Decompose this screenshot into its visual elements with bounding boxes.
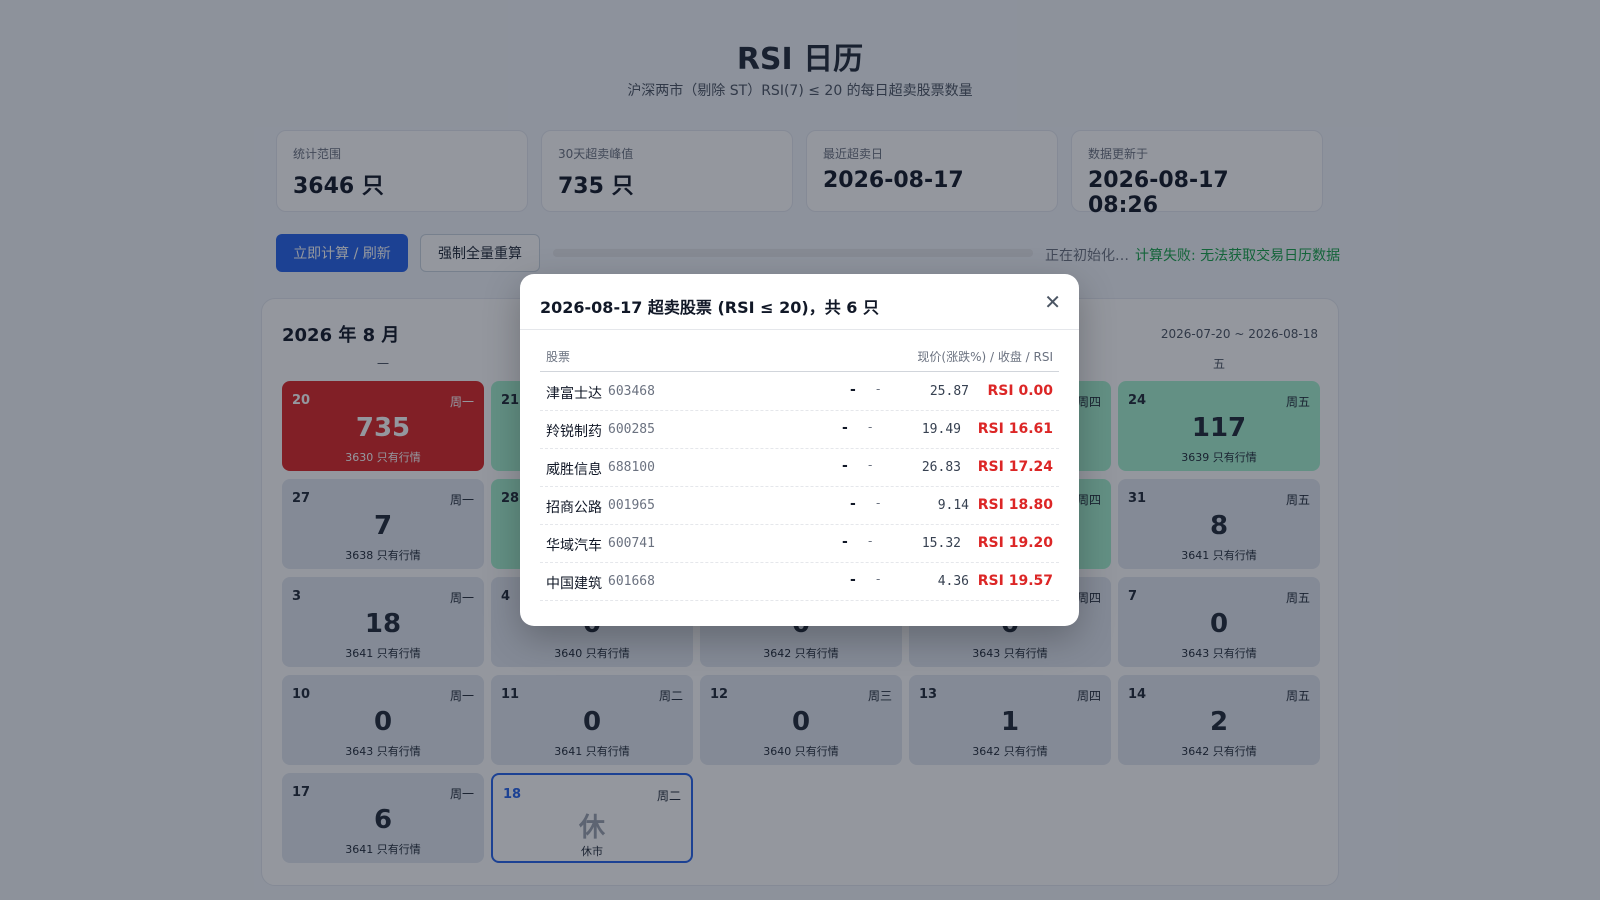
- stock-code: 603468: [608, 384, 655, 399]
- stock-code: 001965: [608, 498, 655, 513]
- stock-change: -: [842, 458, 848, 474]
- stock-row[interactable]: 招商公路 001965 - - 9.14 RSI 18.80: [540, 486, 1059, 525]
- modal-title: 2026-08-17 超卖股票 (RSI ≤ 20)，共 6 只: [540, 298, 879, 317]
- stock-code: 601668: [608, 574, 655, 589]
- stock-price: 25.87: [929, 384, 969, 399]
- stock-rsi: RSI 18.80: [977, 497, 1053, 513]
- stock-name: 招商公路: [546, 500, 602, 516]
- table-header-stock: 股票: [546, 350, 571, 364]
- table-header-values: 现价(涨跌%) / 收盘 / RSI: [917, 350, 1053, 364]
- stock-change: -: [850, 496, 856, 512]
- stock-close: -: [868, 420, 873, 434]
- stock-row[interactable]: 威胜信息 688100 - - 26.83 RSI 17.24: [540, 448, 1059, 487]
- stock-close: -: [868, 534, 873, 548]
- close-icon[interactable]: ✕: [1044, 290, 1061, 314]
- stock-rsi: RSI 16.61: [977, 421, 1053, 437]
- stock-close: -: [876, 496, 881, 510]
- stock-row[interactable]: 华域汽车 600741 - - 15.32 RSI 19.20: [540, 524, 1059, 563]
- stock-close: -: [876, 382, 881, 396]
- stock-change: -: [842, 534, 848, 550]
- stock-name: 羚锐制药: [546, 424, 602, 440]
- stock-change: -: [850, 382, 856, 398]
- stock-close: -: [868, 458, 873, 472]
- stock-code: 688100: [608, 460, 655, 475]
- oversold-modal: 2026-08-17 超卖股票 (RSI ≤ 20)，共 6 只 ✕ 股票 现价…: [520, 274, 1079, 626]
- stock-price: 4.36: [937, 574, 969, 589]
- stock-price: 15.32: [921, 536, 961, 551]
- stock-rsi: RSI 17.24: [977, 459, 1053, 475]
- stock-change: -: [850, 572, 856, 588]
- stock-rsi: RSI 19.57: [977, 573, 1053, 589]
- stock-rsi: RSI 19.20: [977, 535, 1053, 551]
- stock-change: -: [842, 420, 848, 436]
- modal-divider: [520, 329, 1079, 330]
- page: RSI 日历 沪深两市（剔除 ST）RSI(7) ≤ 20 的每日超卖股票数量 …: [0, 0, 1600, 900]
- stock-name: 津富士达: [546, 386, 602, 402]
- stock-code: 600285: [608, 422, 655, 437]
- stock-name: 华域汽车: [546, 538, 602, 554]
- stock-row[interactable]: 中国建筑 601668 - - 4.36 RSI 19.57: [540, 562, 1059, 601]
- stock-price: 9.14: [937, 498, 969, 513]
- stock-rsi: RSI 0.00: [987, 383, 1054, 399]
- stock-row[interactable]: 羚锐制药 600285 - - 19.49 RSI 16.61: [540, 410, 1059, 449]
- stock-row[interactable]: 津富士达 603468 - - 25.87 RSI 0.00: [540, 372, 1059, 411]
- stock-price: 26.83: [921, 460, 961, 475]
- stock-close: -: [876, 572, 881, 586]
- stock-code: 600741: [608, 536, 655, 551]
- stock-name: 威胜信息: [546, 462, 602, 478]
- stock-name: 中国建筑: [546, 576, 602, 592]
- stock-price: 19.49: [921, 422, 961, 437]
